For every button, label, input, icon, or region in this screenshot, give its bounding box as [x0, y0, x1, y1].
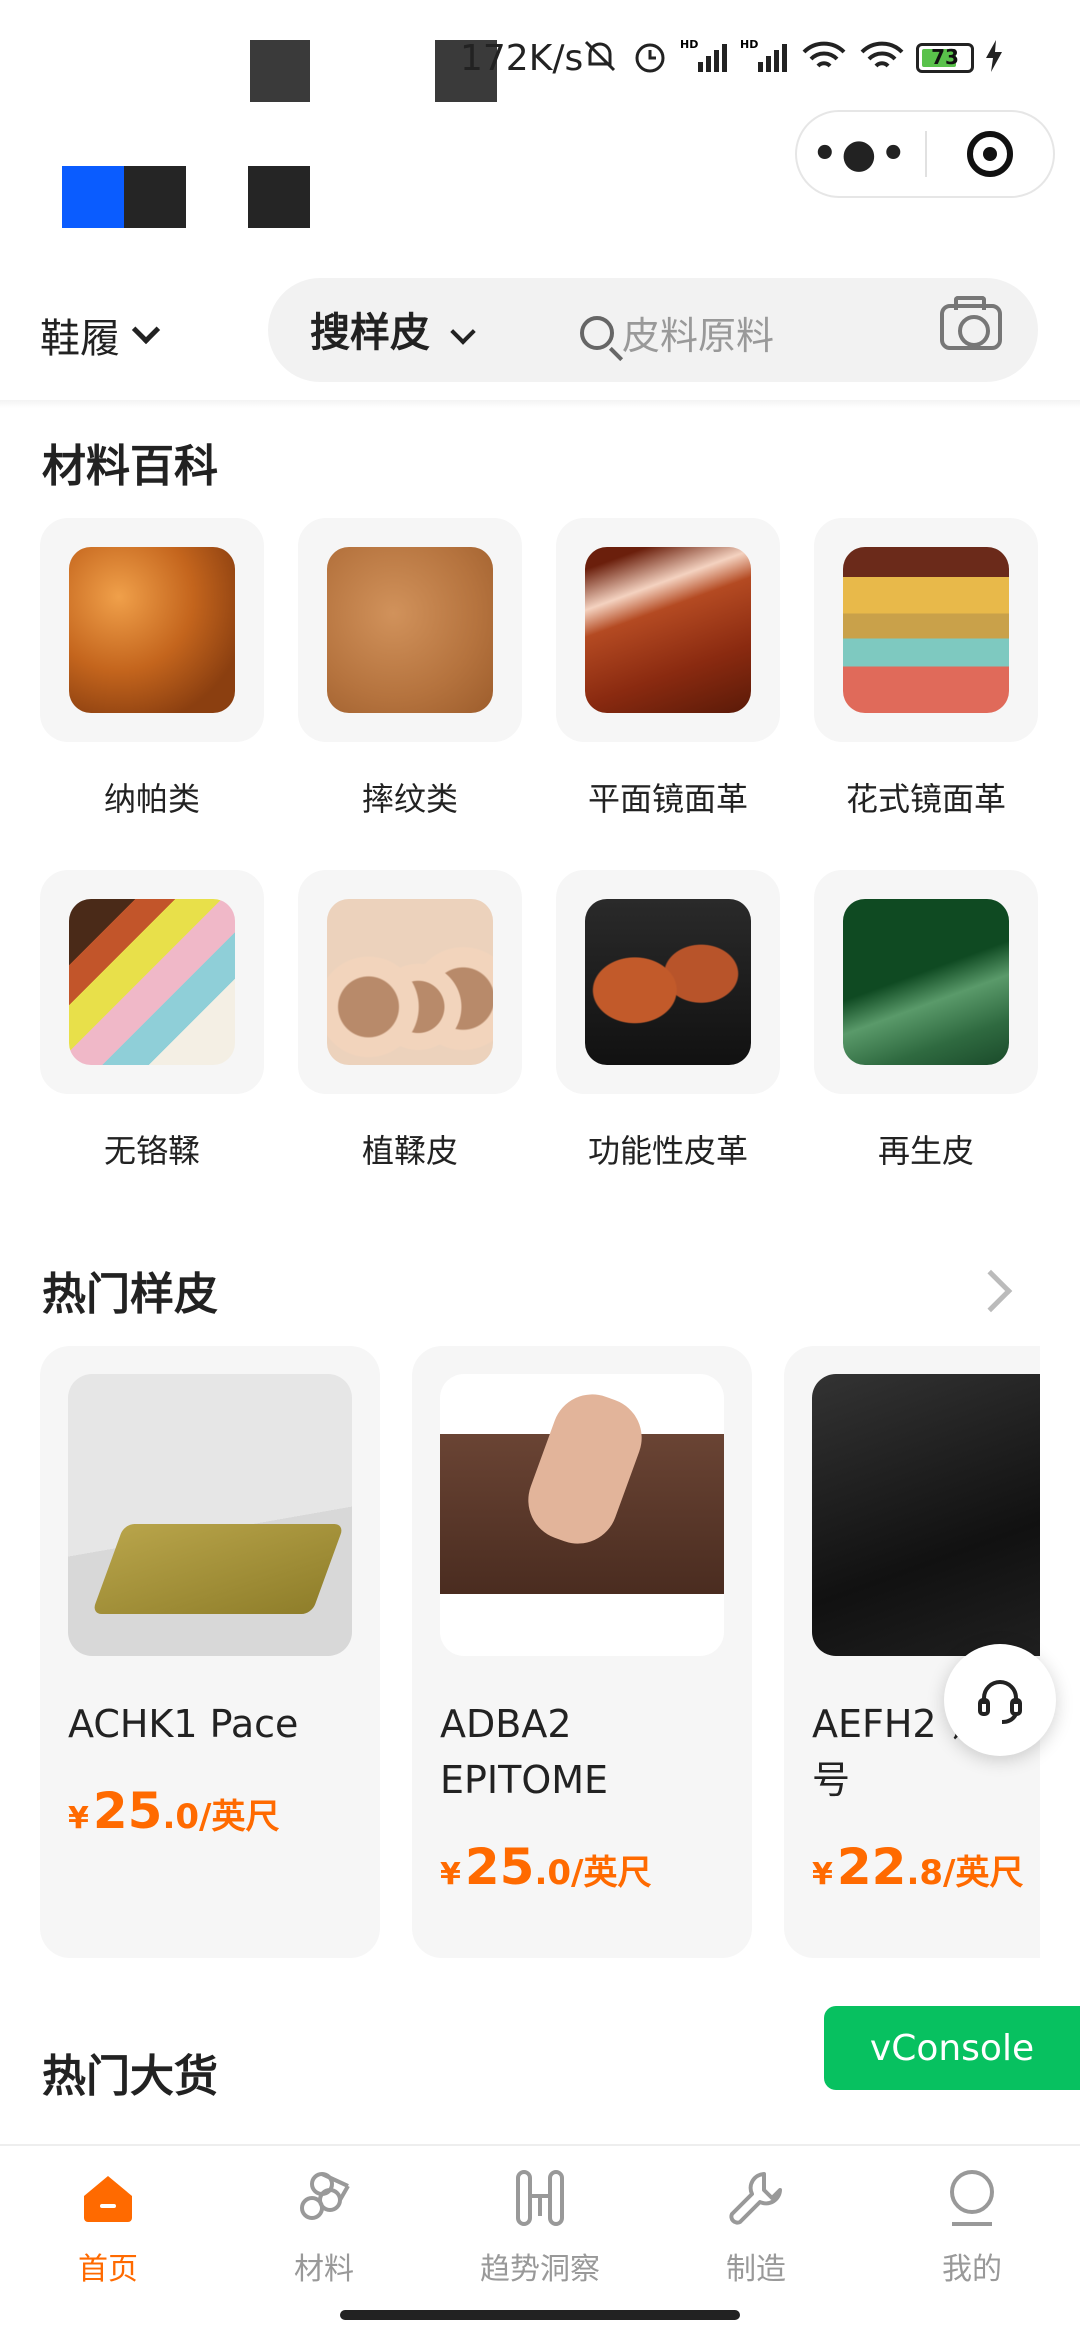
status-icons: HD HD 73: [580, 36, 1004, 80]
material-label: 纳帕类: [103, 780, 200, 818]
material-label: 花式镜面革: [845, 780, 1006, 818]
network-speed: 172K/s: [460, 38, 584, 79]
home-indicator: [340, 2310, 740, 2320]
material-tile-veg-tan[interactable]: [298, 870, 522, 1094]
product-price: ¥22.8/英尺: [812, 1838, 1024, 1896]
tab-label: 趋势洞察: [480, 2252, 600, 2287]
chevron-down-icon: [450, 319, 476, 345]
recycled-leather-image: [843, 899, 1009, 1065]
material-label: 摔纹类: [361, 780, 458, 818]
logo-block: [124, 166, 186, 228]
battery-level: 73: [931, 45, 959, 69]
tab-manufacturing[interactable]: 制造: [648, 2166, 864, 2288]
tab-label: 材料: [294, 2252, 354, 2287]
chevron-down-icon: [131, 315, 161, 345]
customer-service-button[interactable]: [944, 1644, 1056, 1756]
material-label: 功能性皮革: [587, 1132, 748, 1170]
logo-block: [62, 166, 124, 228]
chrome-free-leather-image: [69, 899, 235, 1065]
tab-label: 首页: [78, 2252, 138, 2287]
search-input[interactable]: 皮料原料: [622, 305, 774, 360]
material-tile-chrome-free[interactable]: [40, 870, 264, 1094]
category-selector[interactable]: 鞋履: [40, 306, 161, 364]
svg-text:HD: HD: [740, 38, 758, 51]
search-type-selector[interactable]: 搜样皮: [310, 300, 476, 358]
signal-icon: HD: [740, 36, 790, 80]
napa-leather-image: [69, 547, 235, 713]
logo-block: [248, 166, 310, 228]
product-price: ¥25.0/英尺: [440, 1838, 652, 1896]
battery-icon: 73: [916, 43, 974, 73]
home-icon: [76, 2166, 140, 2230]
material-rolls-icon: [292, 2166, 356, 2230]
redacted-block: [250, 40, 310, 102]
miniprogram-capsule: •●•: [795, 110, 1055, 198]
search-icon: [580, 316, 614, 350]
product-name: ADBA2 EPITOME: [440, 1702, 609, 1802]
tab-home[interactable]: 首页: [0, 2166, 216, 2288]
material-tile-functional[interactable]: [556, 870, 780, 1094]
record-icon: [966, 131, 1013, 177]
section-title-hot-samples: 热门样皮: [42, 1269, 218, 1320]
vconsole-button[interactable]: vConsole: [824, 2006, 1080, 2090]
plain-mirror-leather-image: [585, 547, 751, 713]
material-label: 无铬鞣: [103, 1132, 200, 1170]
camera-icon[interactable]: [940, 296, 1002, 350]
product-card[interactable]: ACHK1 Pace ¥25.0/英尺: [40, 1346, 380, 1958]
tumbled-leather-image: [327, 547, 493, 713]
mute-icon: [580, 36, 620, 80]
section-title-materials: 材料百科: [42, 441, 218, 492]
tab-label: 我的: [942, 2252, 1002, 2287]
product-image: [812, 1374, 1040, 1656]
material-tile-napa[interactable]: [40, 518, 264, 742]
product-image: [440, 1374, 724, 1656]
wrench-icon: [724, 2166, 788, 2230]
product-image: [68, 1374, 352, 1656]
user-icon: [940, 2166, 1004, 2230]
material-tile-fancy-mirror[interactable]: [814, 518, 1038, 742]
material-label: 平面镜面革: [587, 780, 748, 818]
tab-label: 制造: [726, 2252, 786, 2287]
chevron-right-icon[interactable]: [969, 1269, 1013, 1313]
product-price: ¥25.0/英尺: [68, 1782, 280, 1840]
veg-tan-leather-image: [327, 899, 493, 1065]
product-name: ACHK1 Pace: [68, 1702, 299, 1746]
trend-icon: [508, 2166, 572, 2230]
category-label: 鞋履: [40, 316, 120, 362]
material-tile-tumbled[interactable]: [298, 518, 522, 742]
tab-trends[interactable]: 趋势洞察: [432, 2166, 648, 2288]
close-miniprogram-button[interactable]: [927, 131, 1053, 177]
tab-materials[interactable]: 材料: [216, 2166, 432, 2288]
more-menu-icon[interactable]: •●•: [797, 134, 925, 174]
functional-leather-image: [585, 899, 751, 1065]
search-type-label: 搜样皮: [310, 310, 430, 356]
hot-samples-scroller[interactable]: ACHK1 Pace ¥25.0/英尺 ADBA2 EPITOME ¥25.0/…: [40, 1346, 1040, 1966]
material-tile-recycled[interactable]: [814, 870, 1038, 1094]
alarm-icon: [630, 36, 670, 80]
signal-icon: HD: [680, 36, 730, 80]
headset-icon: [978, 1680, 1022, 1724]
section-title-hot-bulk: 热门大货: [42, 2051, 218, 2102]
material-label: 植鞣皮: [361, 1132, 458, 1170]
wifi-icon: [858, 36, 906, 80]
wifi-icon: [800, 36, 848, 80]
charging-icon: [984, 38, 1004, 78]
status-bar: 172K/s HD HD 73: [0, 0, 1080, 110]
fancy-mirror-leather-image: [843, 547, 1009, 713]
material-label: 再生皮: [877, 1132, 974, 1170]
material-tile-plain-mirror[interactable]: [556, 518, 780, 742]
product-card[interactable]: ADBA2 EPITOME ¥25.0/英尺: [412, 1346, 752, 1958]
tab-profile[interactable]: 我的: [864, 2166, 1080, 2288]
svg-text:HD: HD: [680, 38, 698, 51]
divider: [0, 400, 1080, 408]
